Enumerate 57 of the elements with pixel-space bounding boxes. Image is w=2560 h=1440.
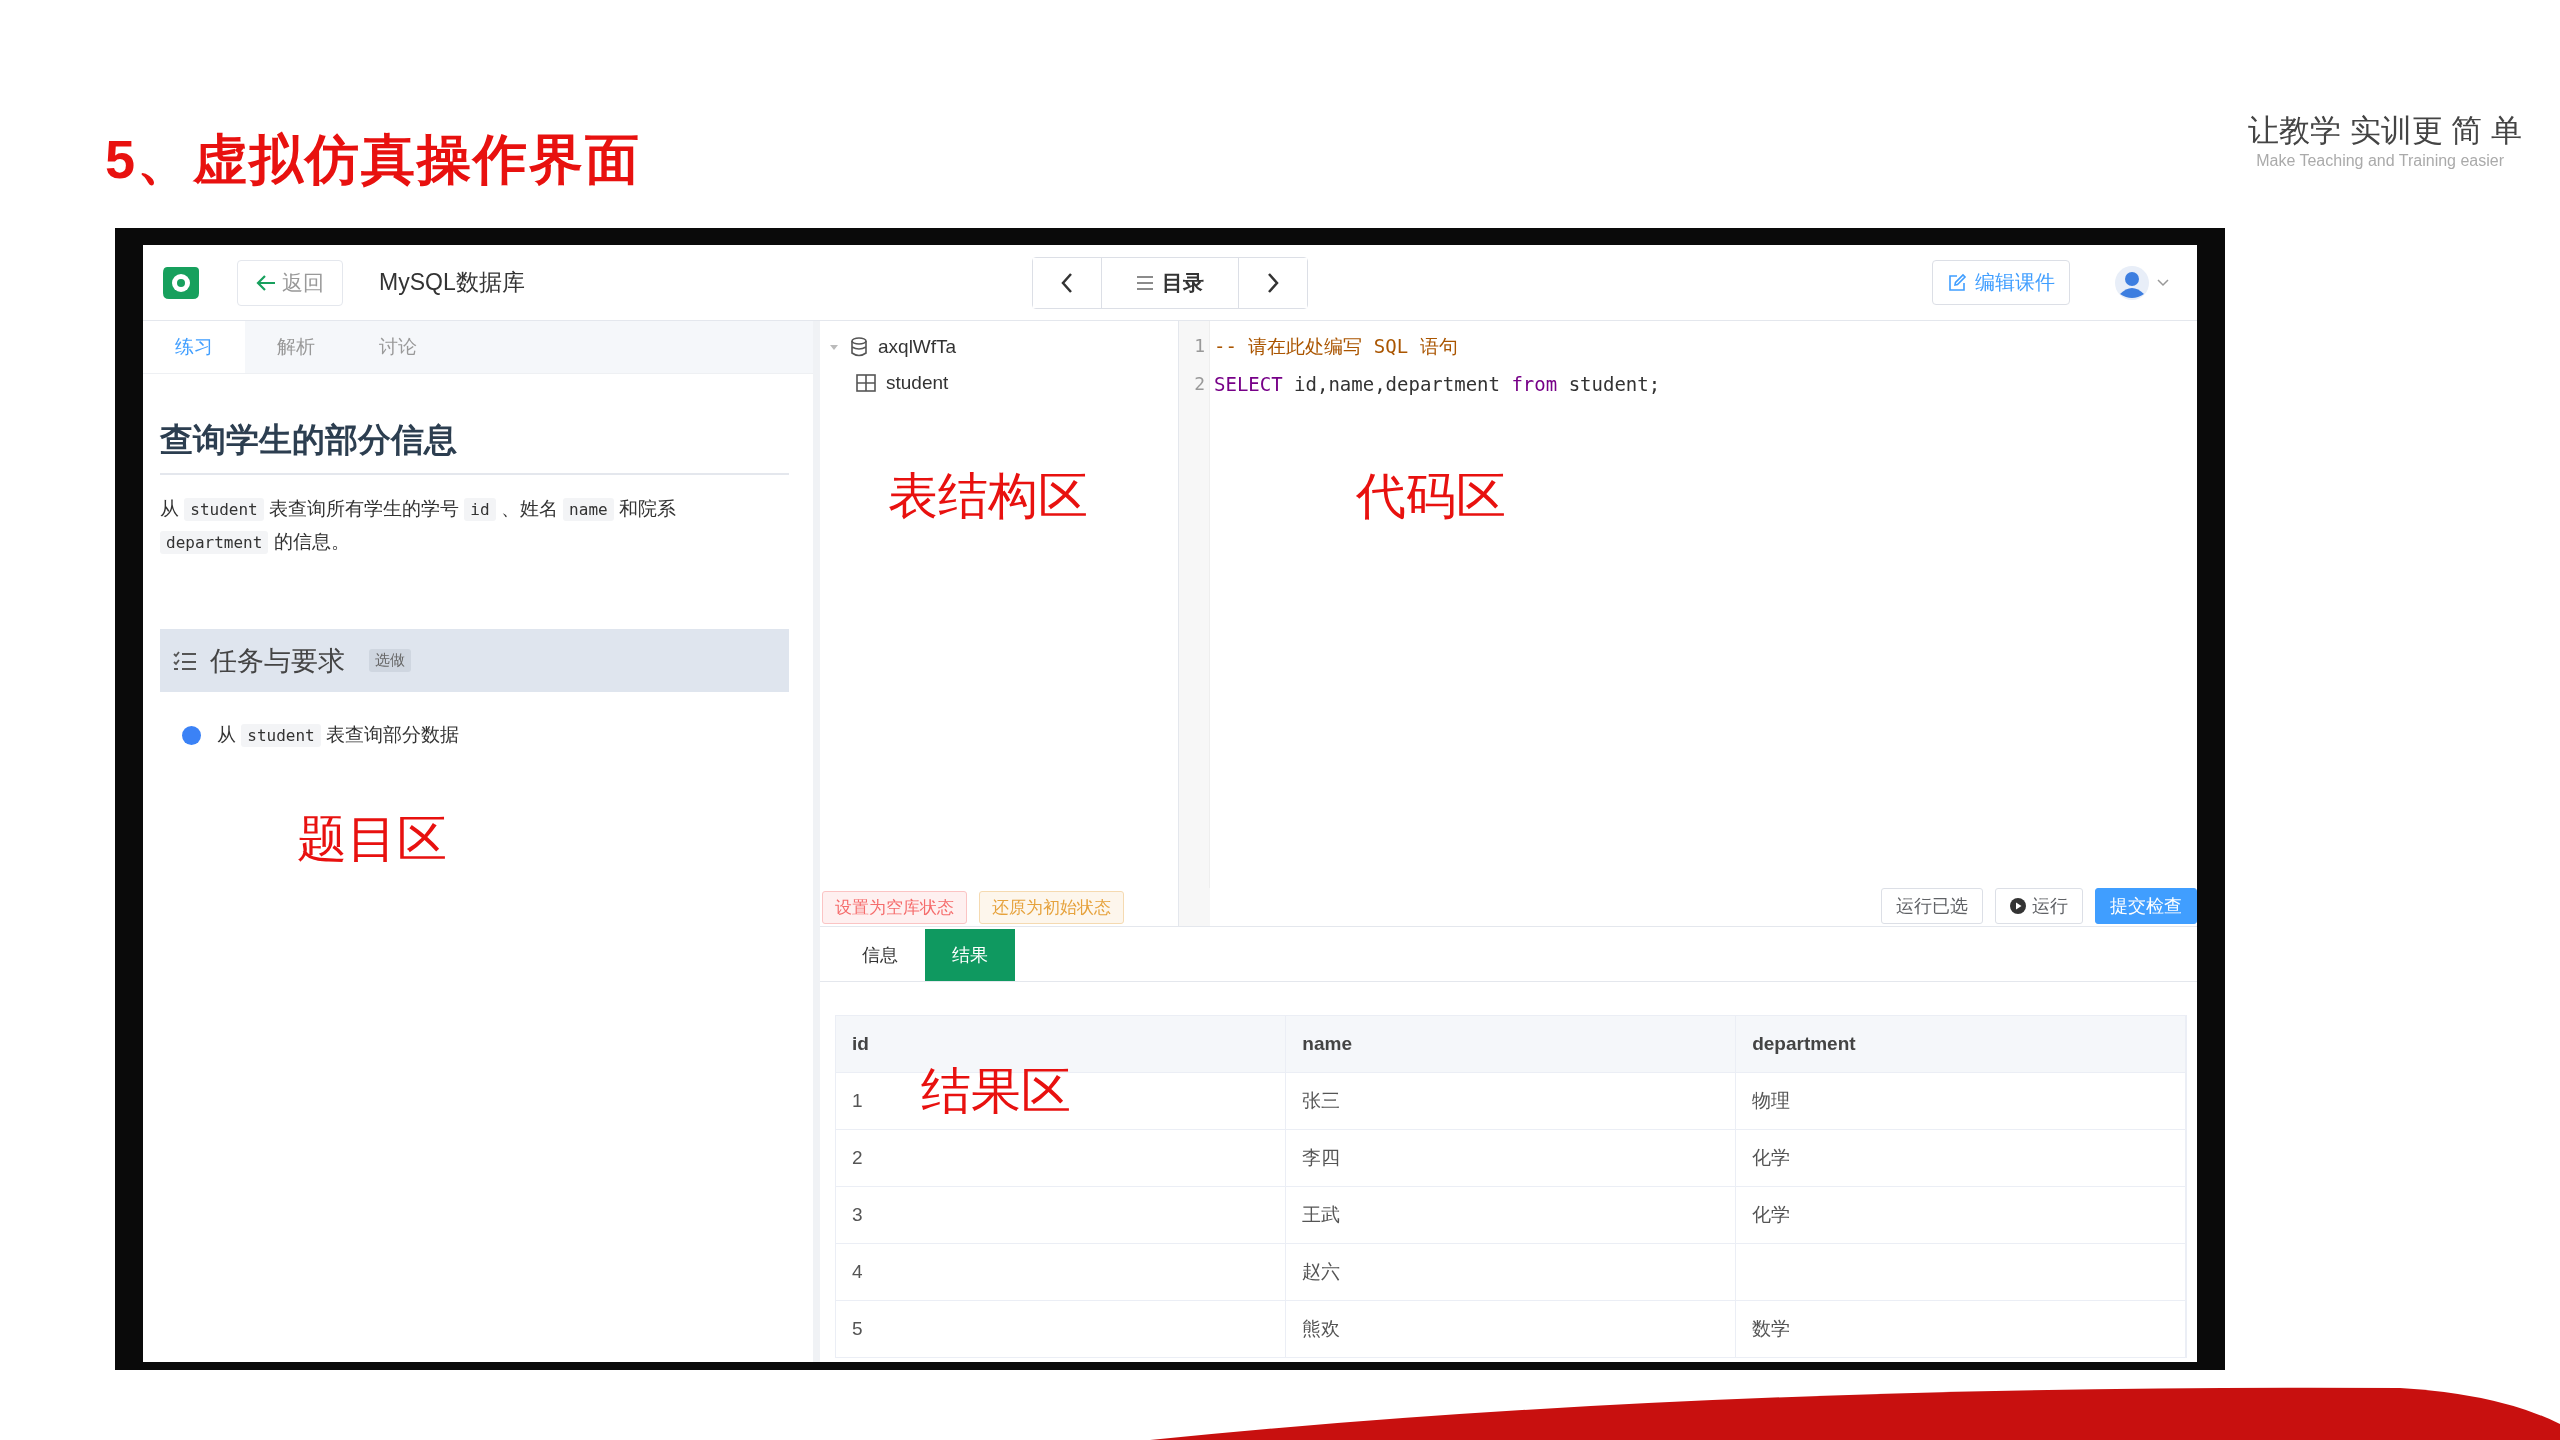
edit-icon bbox=[1947, 272, 1967, 293]
area-label: 题目区 bbox=[297, 810, 447, 869]
contents-button[interactable]: 目录 bbox=[1101, 257, 1239, 308]
table-icon bbox=[856, 374, 876, 392]
area-label: 代码区 bbox=[1356, 467, 1506, 526]
table-cell: 王武 bbox=[1285, 1186, 1736, 1244]
chevron-left-icon bbox=[1060, 271, 1074, 294]
table-cell: 熊欢 bbox=[1285, 1300, 1736, 1357]
problem-title: 查询学生的部分信息 bbox=[160, 418, 789, 475]
play-icon bbox=[2010, 898, 2026, 914]
panel-tab[interactable]: 解析 bbox=[245, 321, 347, 373]
tagline: 让教学 实训更 简 单 bbox=[2248, 112, 2522, 150]
table-cell: 2 bbox=[836, 1129, 1286, 1187]
restore-button[interactable]: 还原为初始状态 bbox=[979, 891, 1124, 924]
database-name[interactable]: axqlWfTa bbox=[878, 336, 957, 358]
table-cell: 数学 bbox=[1735, 1300, 2186, 1357]
problem-description: 从 student 表查询所有学生的学号 id 、姓名 name 和院系 department 的信息。 bbox=[160, 497, 677, 556]
line-number: 1 bbox=[1193, 334, 1206, 358]
caret-icon bbox=[2157, 278, 2169, 287]
table-cell: 3 bbox=[836, 1186, 1286, 1244]
database-icon bbox=[850, 337, 868, 357]
tagline-subtitle: Make Teaching and Training easier bbox=[2256, 152, 2504, 170]
list-icon bbox=[172, 649, 198, 672]
table-cell: 李四 bbox=[1285, 1129, 1736, 1187]
table-cell: 物理 bbox=[1735, 1072, 2186, 1130]
bullet-icon bbox=[182, 725, 201, 745]
panel-tab[interactable]: 练习 bbox=[143, 321, 245, 373]
back-button[interactable]: 返回 bbox=[237, 259, 343, 306]
reset-empty-button[interactable]: 设置为空库状态 bbox=[822, 891, 967, 924]
table-name[interactable]: student bbox=[886, 372, 949, 394]
table-cell: 化学 bbox=[1735, 1186, 2186, 1244]
table-cell: 5 bbox=[836, 1300, 1286, 1357]
run-button[interactable]: 运行 bbox=[1995, 888, 2083, 924]
task-title: 任务与要求 bbox=[210, 644, 345, 678]
run-selected-button[interactable]: 运行已选 bbox=[1881, 888, 1983, 924]
course-title: MySQL数据库 bbox=[379, 268, 525, 297]
table-cell: 张三 bbox=[1285, 1072, 1736, 1130]
arrow-left-icon bbox=[256, 273, 276, 292]
task-item: 从 student 表查询部分数据 bbox=[217, 723, 459, 748]
submit-button[interactable]: 提交检查 bbox=[2095, 888, 2197, 924]
chevron-right-icon bbox=[1266, 271, 1280, 294]
edit-courseware-button[interactable]: 编辑课件 bbox=[1932, 260, 2070, 305]
line-number: 2 bbox=[1193, 372, 1206, 396]
code-line: -- 请在此处编写 SQL 语句 bbox=[1214, 334, 1459, 359]
menu-icon bbox=[1136, 274, 1154, 291]
table-cell: 化学 bbox=[1735, 1129, 2186, 1187]
code-line: SELECT id,name,department from student; bbox=[1214, 372, 1662, 397]
avatar-icon[interactable] bbox=[2115, 265, 2149, 300]
column-header: name bbox=[1285, 1016, 1736, 1073]
slide-title: 5、虚拟仿真操作界面 bbox=[105, 128, 642, 191]
optional-badge: 选做 bbox=[369, 649, 411, 672]
area-label: 表结构区 bbox=[888, 467, 1088, 526]
panel-tab[interactable]: 讨论 bbox=[347, 321, 449, 373]
column-header: department bbox=[1735, 1016, 2186, 1073]
table-cell: 4 bbox=[836, 1243, 1286, 1301]
result-tab[interactable]: 结果 bbox=[925, 929, 1015, 981]
table-cell: 赵六 bbox=[1285, 1243, 1736, 1301]
